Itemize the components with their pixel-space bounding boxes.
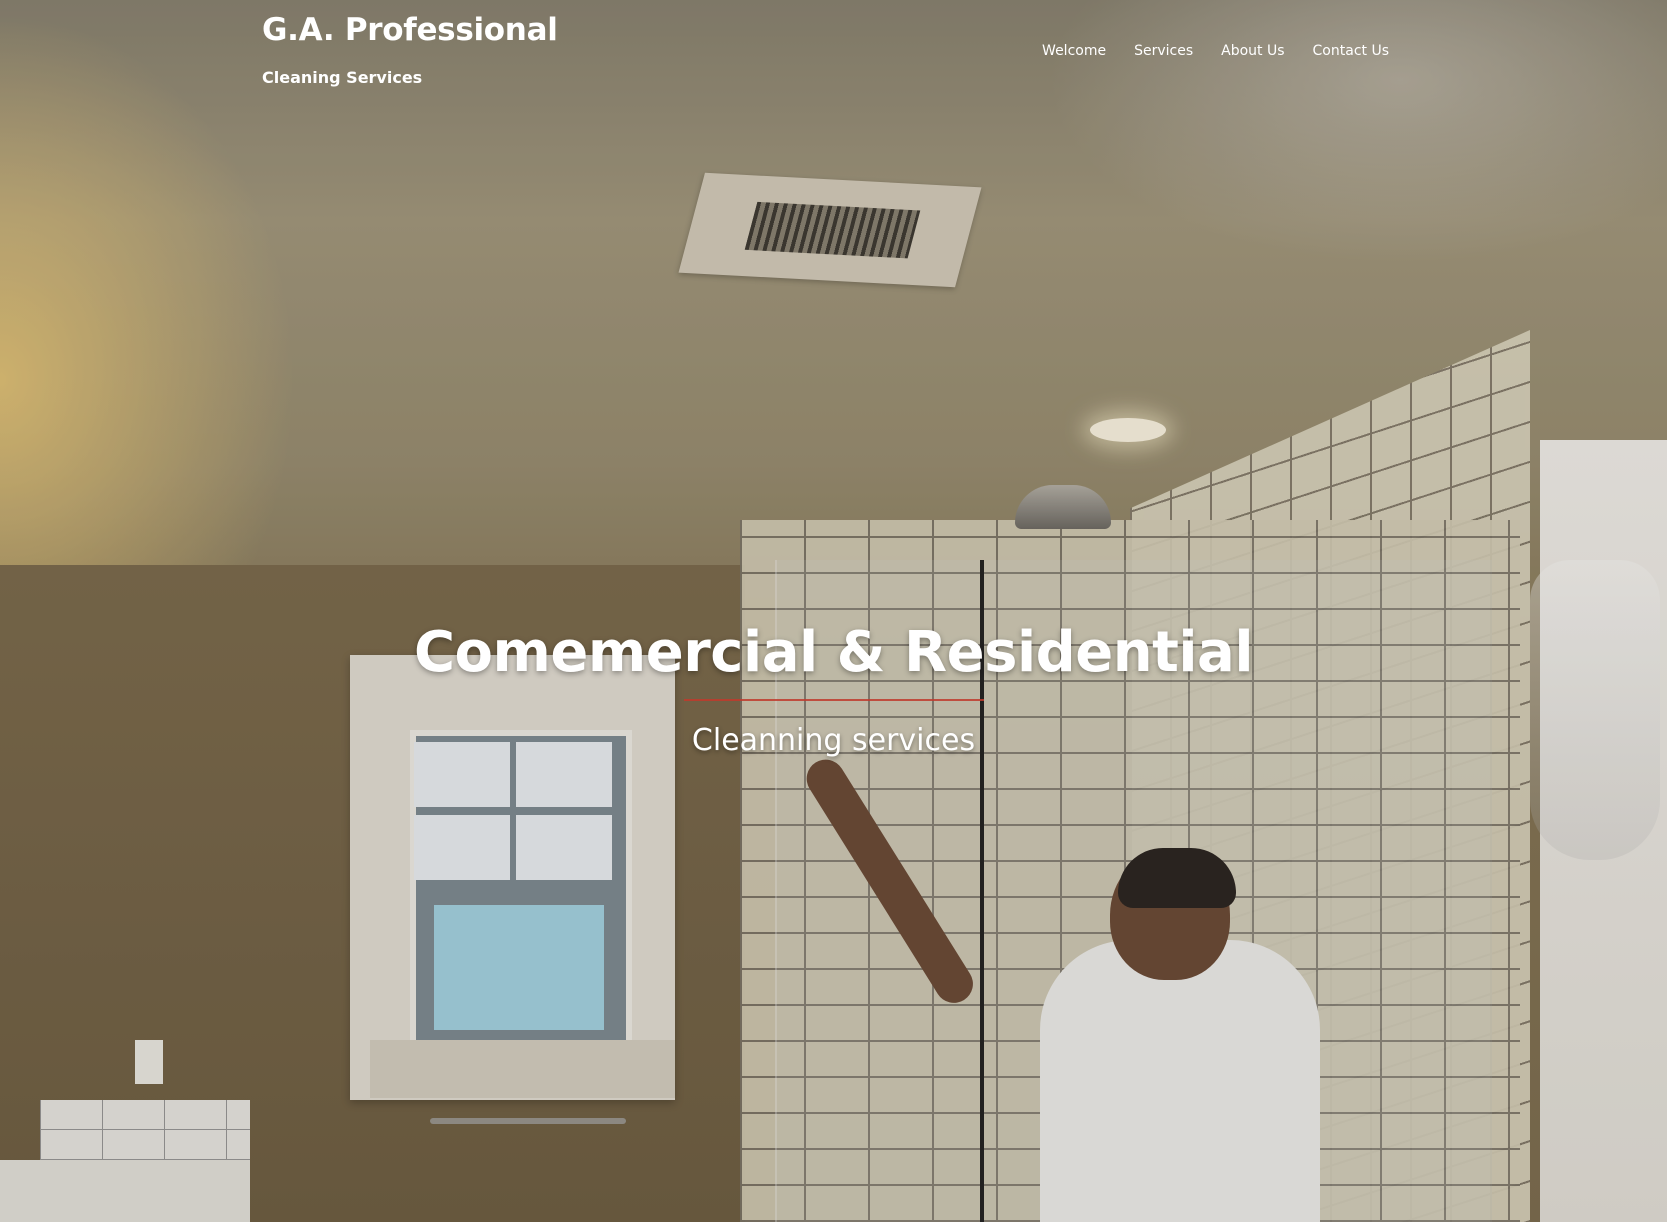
nav-item-welcome: Welcome <box>1042 42 1106 60</box>
site-header: G.A. Professional Cleaning Services Welc… <box>0 0 1667 110</box>
hero-heading: Comemercial & Residential <box>413 620 1254 685</box>
hero-content: Comemercial & Residential Cleanning serv… <box>0 620 1667 758</box>
nav-link-contact-us[interactable]: Contact Us <box>1313 43 1389 59</box>
nav-item-services: Services <box>1134 42 1193 60</box>
main-nav: Welcome Services About Us Contact Us <box>1042 42 1389 60</box>
hero-subheading: Cleanning services <box>691 723 976 758</box>
nav-link-about-us[interactable]: About Us <box>1221 43 1284 59</box>
nav-link-services[interactable]: Services <box>1134 43 1193 59</box>
hero-section: G.A. Professional Cleaning Services Welc… <box>0 0 1667 1222</box>
hero-overlay <box>0 0 1667 1222</box>
nav-item-about-us: About Us <box>1221 42 1284 60</box>
nav-link-welcome[interactable]: Welcome <box>1042 43 1106 59</box>
site-title-link[interactable]: G.A. Professional <box>262 12 558 48</box>
site-tagline: Cleaning Services <box>262 68 423 87</box>
nav-item-contact-us: Contact Us <box>1313 42 1389 60</box>
hero-divider <box>683 699 984 701</box>
